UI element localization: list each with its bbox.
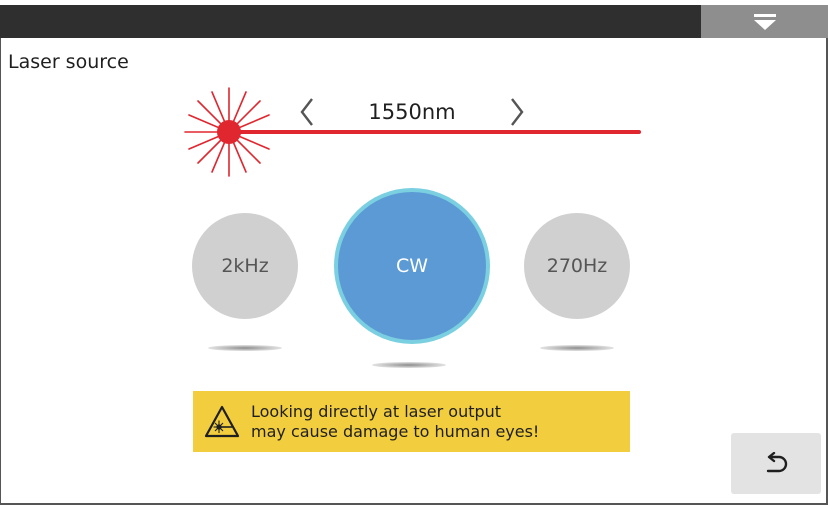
chevron-left-icon	[300, 98, 313, 126]
mode-button-2khz[interactable]: 2kHz	[192, 213, 298, 319]
wavelength-next-button[interactable]	[504, 94, 530, 130]
laser-warning-icon	[204, 405, 240, 437]
frame-border-left	[0, 38, 1, 505]
warning-line-2: may cause damage to human eyes!	[251, 421, 540, 441]
mode-shadow	[208, 345, 282, 351]
mode-label: 2kHz	[221, 255, 269, 277]
chevron-right-icon	[511, 98, 524, 126]
wavelength-value: 1550nm	[368, 100, 456, 124]
laser-source-screen: Laser source 1550nm 2kHz CW 270Hz Lookin…	[0, 0, 828, 505]
caret-down-icon	[753, 13, 776, 30]
dropdown-tab[interactable]	[701, 5, 828, 38]
mode-shadow	[540, 345, 614, 351]
page-title: Laser source	[8, 51, 129, 73]
laser-warning-banner: Looking directly at laser output may cau…	[193, 391, 630, 452]
warning-text: Looking directly at laser output may cau…	[251, 402, 539, 442]
mode-label: CW	[395, 255, 429, 277]
warning-line-1: Looking directly at laser output	[251, 401, 502, 421]
mode-button-cw[interactable]: CW	[334, 188, 490, 344]
mode-shadow	[372, 362, 446, 368]
back-arrow-icon	[766, 451, 788, 472]
mode-label: 270Hz	[546, 255, 608, 277]
wavelength-prev-button[interactable]	[294, 94, 320, 130]
mode-button-270hz[interactable]: 270Hz	[524, 213, 630, 319]
back-button[interactable]	[731, 433, 821, 494]
